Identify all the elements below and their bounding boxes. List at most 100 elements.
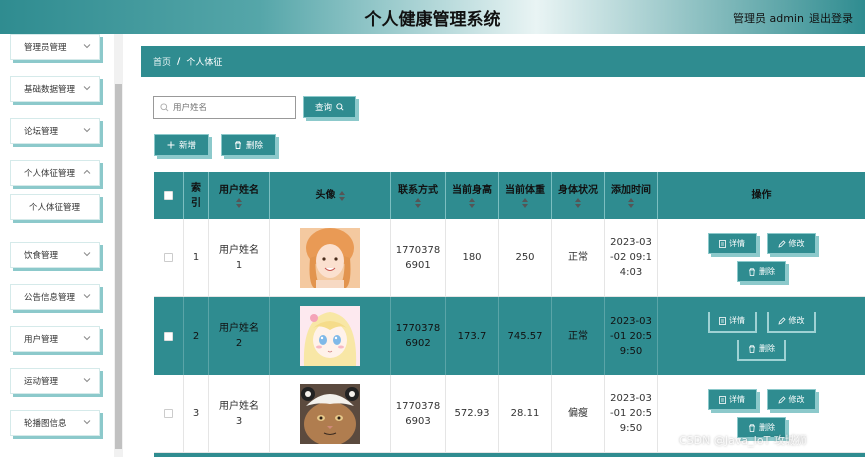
sidebar-item-diet[interactable]: 饮食管理 <box>10 242 100 268</box>
col-phone[interactable]: 联系方式 <box>391 172 446 219</box>
edit-button-label: 修改 <box>788 316 805 325</box>
sidebar-item-label: 管理员管理 <box>24 43 67 53</box>
chevron-down-icon <box>83 252 91 257</box>
cell-phone: 1770378 6901 <box>391 219 446 296</box>
search-box[interactable] <box>153 96 296 119</box>
sidebar-item-label: 轮播图信息 <box>24 419 67 429</box>
query-button[interactable]: 查询 <box>303 96 356 118</box>
col-avatar-label: 头像 <box>315 190 336 201</box>
cell-height: 180 <box>446 219 499 296</box>
sidebar-scrollbar[interactable] <box>114 34 123 457</box>
edit-button[interactable]: 修改 <box>766 389 816 410</box>
table-row: 2 用户姓名 2 1770378 6902 173.7 745.57 正常 20… <box>154 297 865 375</box>
sidebar-item-carousel[interactable]: 轮播图信息 <box>10 410 100 436</box>
edit-button-label: 修改 <box>788 238 805 248</box>
document-icon <box>719 317 726 325</box>
row-delete-button-label: 删除 <box>759 344 775 353</box>
chevron-down-icon <box>83 86 91 91</box>
plus-icon <box>167 141 175 149</box>
chevron-down-icon <box>83 420 91 425</box>
col-weight[interactable]: 当前体重 <box>499 172 552 219</box>
col-index: 索引 <box>184 172 209 219</box>
col-ops-label: 操作 <box>751 190 772 201</box>
row-checkbox[interactable] <box>164 409 173 418</box>
scrollbar-thumb[interactable] <box>115 84 122 449</box>
cell-ops: 详情 修改 删除 <box>658 219 865 296</box>
detail-button[interactable]: 详情 <box>707 233 757 254</box>
detail-button-label: 详情 <box>729 394 745 404</box>
add-button-label: 新增 <box>178 141 196 151</box>
row-delete-button-label: 删除 <box>759 266 775 276</box>
col-weight-label: 当前体重 <box>505 185 545 196</box>
breadcrumb: 首页 / 个人体征 <box>141 46 865 77</box>
row-checkbox[interactable] <box>164 253 173 262</box>
cell-status: 偏瘦 <box>552 375 605 452</box>
sort-icon[interactable] <box>338 190 345 201</box>
sidebar-item-exercise[interactable]: 运动管理 <box>10 368 100 394</box>
col-status[interactable]: 身体状况 <box>552 172 605 219</box>
avatar-image <box>300 227 360 288</box>
sort-icon[interactable] <box>628 198 634 208</box>
document-icon <box>719 239 726 248</box>
col-name[interactable]: 用户姓名 <box>209 172 270 219</box>
cell-time: 2023-03 -02 09:1 4:03 <box>605 219 658 296</box>
delete-button[interactable]: 删除 <box>221 134 276 156</box>
col-name-label: 用户姓名 <box>219 185 259 196</box>
select-all-cell <box>154 172 184 219</box>
sidebar-item-users[interactable]: 用户管理 <box>10 326 100 352</box>
detail-button[interactable]: 详情 <box>707 389 757 410</box>
breadcrumb-home[interactable]: 首页 <box>153 55 171 68</box>
add-button[interactable]: 新增 <box>154 134 209 156</box>
cell-height: 572.93 <box>446 375 499 452</box>
chevron-down-icon <box>83 128 91 133</box>
cell-weight: 745.57 <box>499 297 552 375</box>
table-row <box>154 453 865 457</box>
sort-icon[interactable] <box>469 198 475 208</box>
detail-button-label: 详情 <box>729 238 745 248</box>
logout-link[interactable]: 退出登录 <box>809 10 853 26</box>
col-avatar[interactable]: 头像 <box>270 172 391 219</box>
col-height[interactable]: 当前身高 <box>446 172 499 219</box>
sidebar-subitem-vitals[interactable]: 个人体征管理 <box>10 194 100 220</box>
sidebar-item-admin[interactable]: 管理员管理 <box>10 34 100 60</box>
sort-icon[interactable] <box>415 198 421 208</box>
sidebar-item-notices[interactable]: 公告信息管理 <box>10 284 100 310</box>
table-row: 1 用户姓名 1 1770378 6901 180 250 正常 2023-03… <box>154 219 865 297</box>
sidebar-item-base-data[interactable]: 基础数据管理 <box>10 76 100 102</box>
avatar-image <box>300 306 360 366</box>
row-select-cell <box>154 375 184 452</box>
sidebar-item-vitals[interactable]: 个人体征管理 <box>10 160 100 186</box>
cell-name: 用户姓名 3 <box>209 375 270 452</box>
detail-button[interactable]: 详情 <box>707 311 757 333</box>
cell-avatar <box>270 375 391 452</box>
edit-button[interactable]: 修改 <box>766 311 816 333</box>
sort-icon[interactable] <box>575 198 581 208</box>
search-icon <box>336 103 344 111</box>
cell-index: 2 <box>184 297 209 375</box>
col-phone-label: 联系方式 <box>398 185 438 196</box>
search-icon <box>160 103 169 112</box>
query-button-label: 查询 <box>314 103 332 113</box>
row-delete-button[interactable]: 删除 <box>737 339 786 361</box>
cell-ops: 详情 修改 删除 <box>658 297 865 375</box>
col-time[interactable]: 添加时间 <box>605 172 658 219</box>
trash-icon <box>749 345 755 353</box>
cell-phone: 1770378 6902 <box>391 297 446 375</box>
col-index-label: 索引 <box>191 182 201 209</box>
avatar-image <box>300 383 360 444</box>
row-delete-button[interactable]: 删除 <box>737 261 786 282</box>
edit-button[interactable]: 修改 <box>766 233 816 254</box>
sidebar-subitem-label: 个人体征管理 <box>29 203 81 213</box>
cell-name: 用户姓名 1 <box>209 219 270 296</box>
breadcrumb-current: 个人体征 <box>186 58 223 68</box>
sort-icon[interactable] <box>522 198 528 208</box>
sidebar: 管理员管理 基础数据管理 论坛管理 个人体征管理 个人体征管理 饮食管理 公告信… <box>0 34 123 457</box>
select-all-checkbox[interactable] <box>164 191 173 200</box>
sort-icon[interactable] <box>236 198 242 208</box>
trash-icon <box>749 267 755 276</box>
edit-icon <box>777 239 786 248</box>
row-checkbox[interactable] <box>164 331 173 341</box>
chevron-down-icon <box>83 294 91 299</box>
sidebar-item-forum[interactable]: 论坛管理 <box>10 118 100 144</box>
search-input[interactable] <box>173 102 283 113</box>
